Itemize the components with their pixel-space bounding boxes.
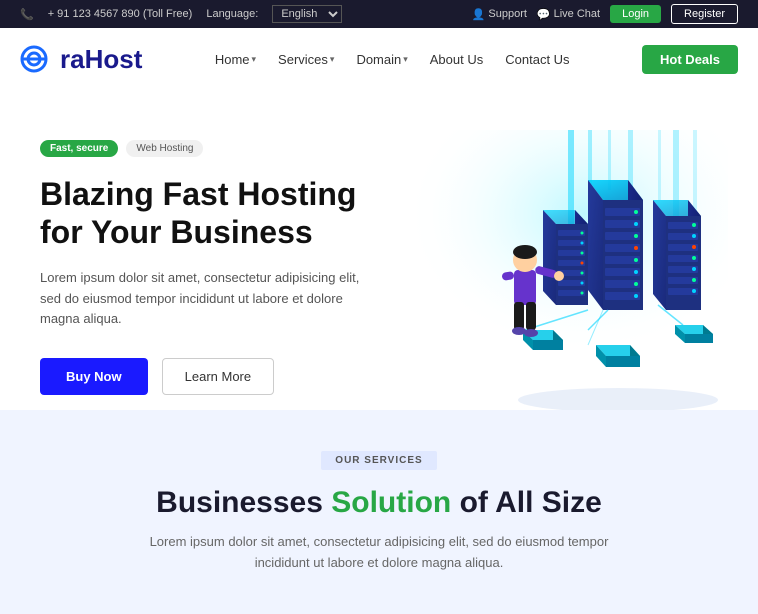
top-bar-right: Support Live Chat Login Register xyxy=(472,4,738,24)
hero-description: Lorem ipsum dolor sit amet, consectetur … xyxy=(40,268,368,330)
hero-section: Fast, secure Web Hosting Blazing Fast Ho… xyxy=(0,90,758,410)
livechat-link[interactable]: Live Chat xyxy=(537,8,600,21)
navbar: raHost Home ▾ Services ▾ Domain ▾ About … xyxy=(0,28,758,90)
logo-icon xyxy=(20,45,56,73)
hero-buttons: Buy Now Learn More xyxy=(40,358,368,395)
nav-services[interactable]: Services ▾ xyxy=(270,48,342,71)
chat-icon xyxy=(537,8,551,21)
services-section: OUR SERVICES Businesses Solution of All … xyxy=(0,410,758,614)
login-button[interactable]: Login xyxy=(610,5,661,23)
language-label: Language: xyxy=(206,8,258,20)
nav-links: Home ▾ Services ▾ Domain ▾ About Us Cont… xyxy=(207,48,578,71)
hero-image xyxy=(368,130,728,410)
services-title-normal: Businesses xyxy=(156,486,323,519)
web-hosting-badge: Web Hosting xyxy=(126,140,203,157)
nav-about[interactable]: About Us xyxy=(422,48,491,71)
hero-title-line2: for Your Business xyxy=(40,214,313,250)
hero-content: Fast, secure Web Hosting Blazing Fast Ho… xyxy=(40,130,368,395)
hero-title-line1: Blazing Fast Hosting xyxy=(40,176,356,212)
fast-secure-badge: Fast, secure xyxy=(40,140,118,157)
logo-text: raHost xyxy=(60,44,142,75)
logo: raHost xyxy=(20,44,142,75)
hero-badges: Fast, secure Web Hosting xyxy=(40,140,368,157)
nav-home[interactable]: Home ▾ xyxy=(207,48,264,71)
support-link[interactable]: Support xyxy=(472,8,527,21)
support-label: Support xyxy=(488,8,527,20)
top-bar: + 91 123 4567 890 (Toll Free) Language: … xyxy=(0,0,758,28)
phone-icon xyxy=(20,8,34,21)
support-icon xyxy=(472,8,486,21)
services-title: Businesses Solution of All Size xyxy=(20,486,738,520)
server-illustration xyxy=(368,130,728,410)
learn-more-button[interactable]: Learn More xyxy=(162,358,274,395)
hero-title: Blazing Fast Hosting for Your Business xyxy=(40,175,368,252)
chevron-down-icon: ▾ xyxy=(403,54,408,65)
nav-contact[interactable]: Contact Us xyxy=(497,48,577,71)
top-bar-left: + 91 123 4567 890 (Toll Free) Language: … xyxy=(20,5,342,23)
phone-number: + 91 123 4567 890 (Toll Free) xyxy=(48,8,193,20)
livechat-label: Live Chat xyxy=(554,8,600,20)
hot-deals-button[interactable]: Hot Deals xyxy=(642,45,738,74)
chevron-down-icon: ▾ xyxy=(330,54,335,65)
register-button[interactable]: Register xyxy=(671,4,738,24)
buy-now-button[interactable]: Buy Now xyxy=(40,358,148,395)
services-description: Lorem ipsum dolor sit amet, consectetur … xyxy=(139,532,619,574)
services-title-end: of All Size xyxy=(460,486,602,519)
language-select[interactable]: English Spanish French xyxy=(272,5,342,23)
services-badge: OUR SERVICES xyxy=(321,451,436,470)
chevron-down-icon: ▾ xyxy=(252,54,257,65)
nav-domain[interactable]: Domain ▾ xyxy=(348,48,415,71)
services-title-highlight: Solution xyxy=(331,486,451,519)
